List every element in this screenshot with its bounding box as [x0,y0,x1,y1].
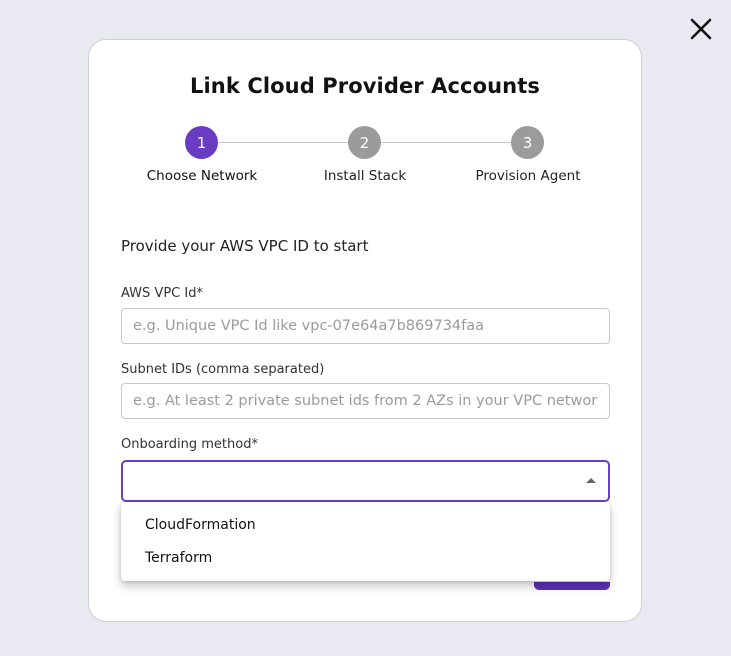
vpc-id-input[interactable] [121,308,610,344]
subnet-ids-label: Subnet IDs (comma separated) [121,362,325,377]
step-2-label: Install Stack [323,168,407,184]
step-3-circle: 3 [511,126,544,159]
form-intro-text: Provide your AWS VPC ID to start [121,237,369,255]
step-2-circle: 2 [348,126,381,159]
option-cloudformation[interactable]: CloudFormation [121,510,610,543]
step-3-label: Provision Agent [475,168,581,184]
caret-up-icon[interactable] [586,478,596,483]
onboarding-method-dropdown: CloudFormation Terraform [121,502,610,581]
step-1-circle: 1 [185,126,218,159]
vpc-id-label: AWS VPC Id* [121,286,203,301]
next-button[interactable] [534,582,610,590]
close-icon[interactable] [688,16,714,42]
subnet-ids-input[interactable] [121,383,610,419]
onboarding-method-select[interactable] [121,460,610,502]
modal-title: Link Cloud Provider Accounts [190,74,540,98]
option-terraform[interactable]: Terraform [121,543,610,576]
onboarding-method-label: Onboarding method* [121,437,258,452]
step-1-label: Choose Network [146,168,258,184]
